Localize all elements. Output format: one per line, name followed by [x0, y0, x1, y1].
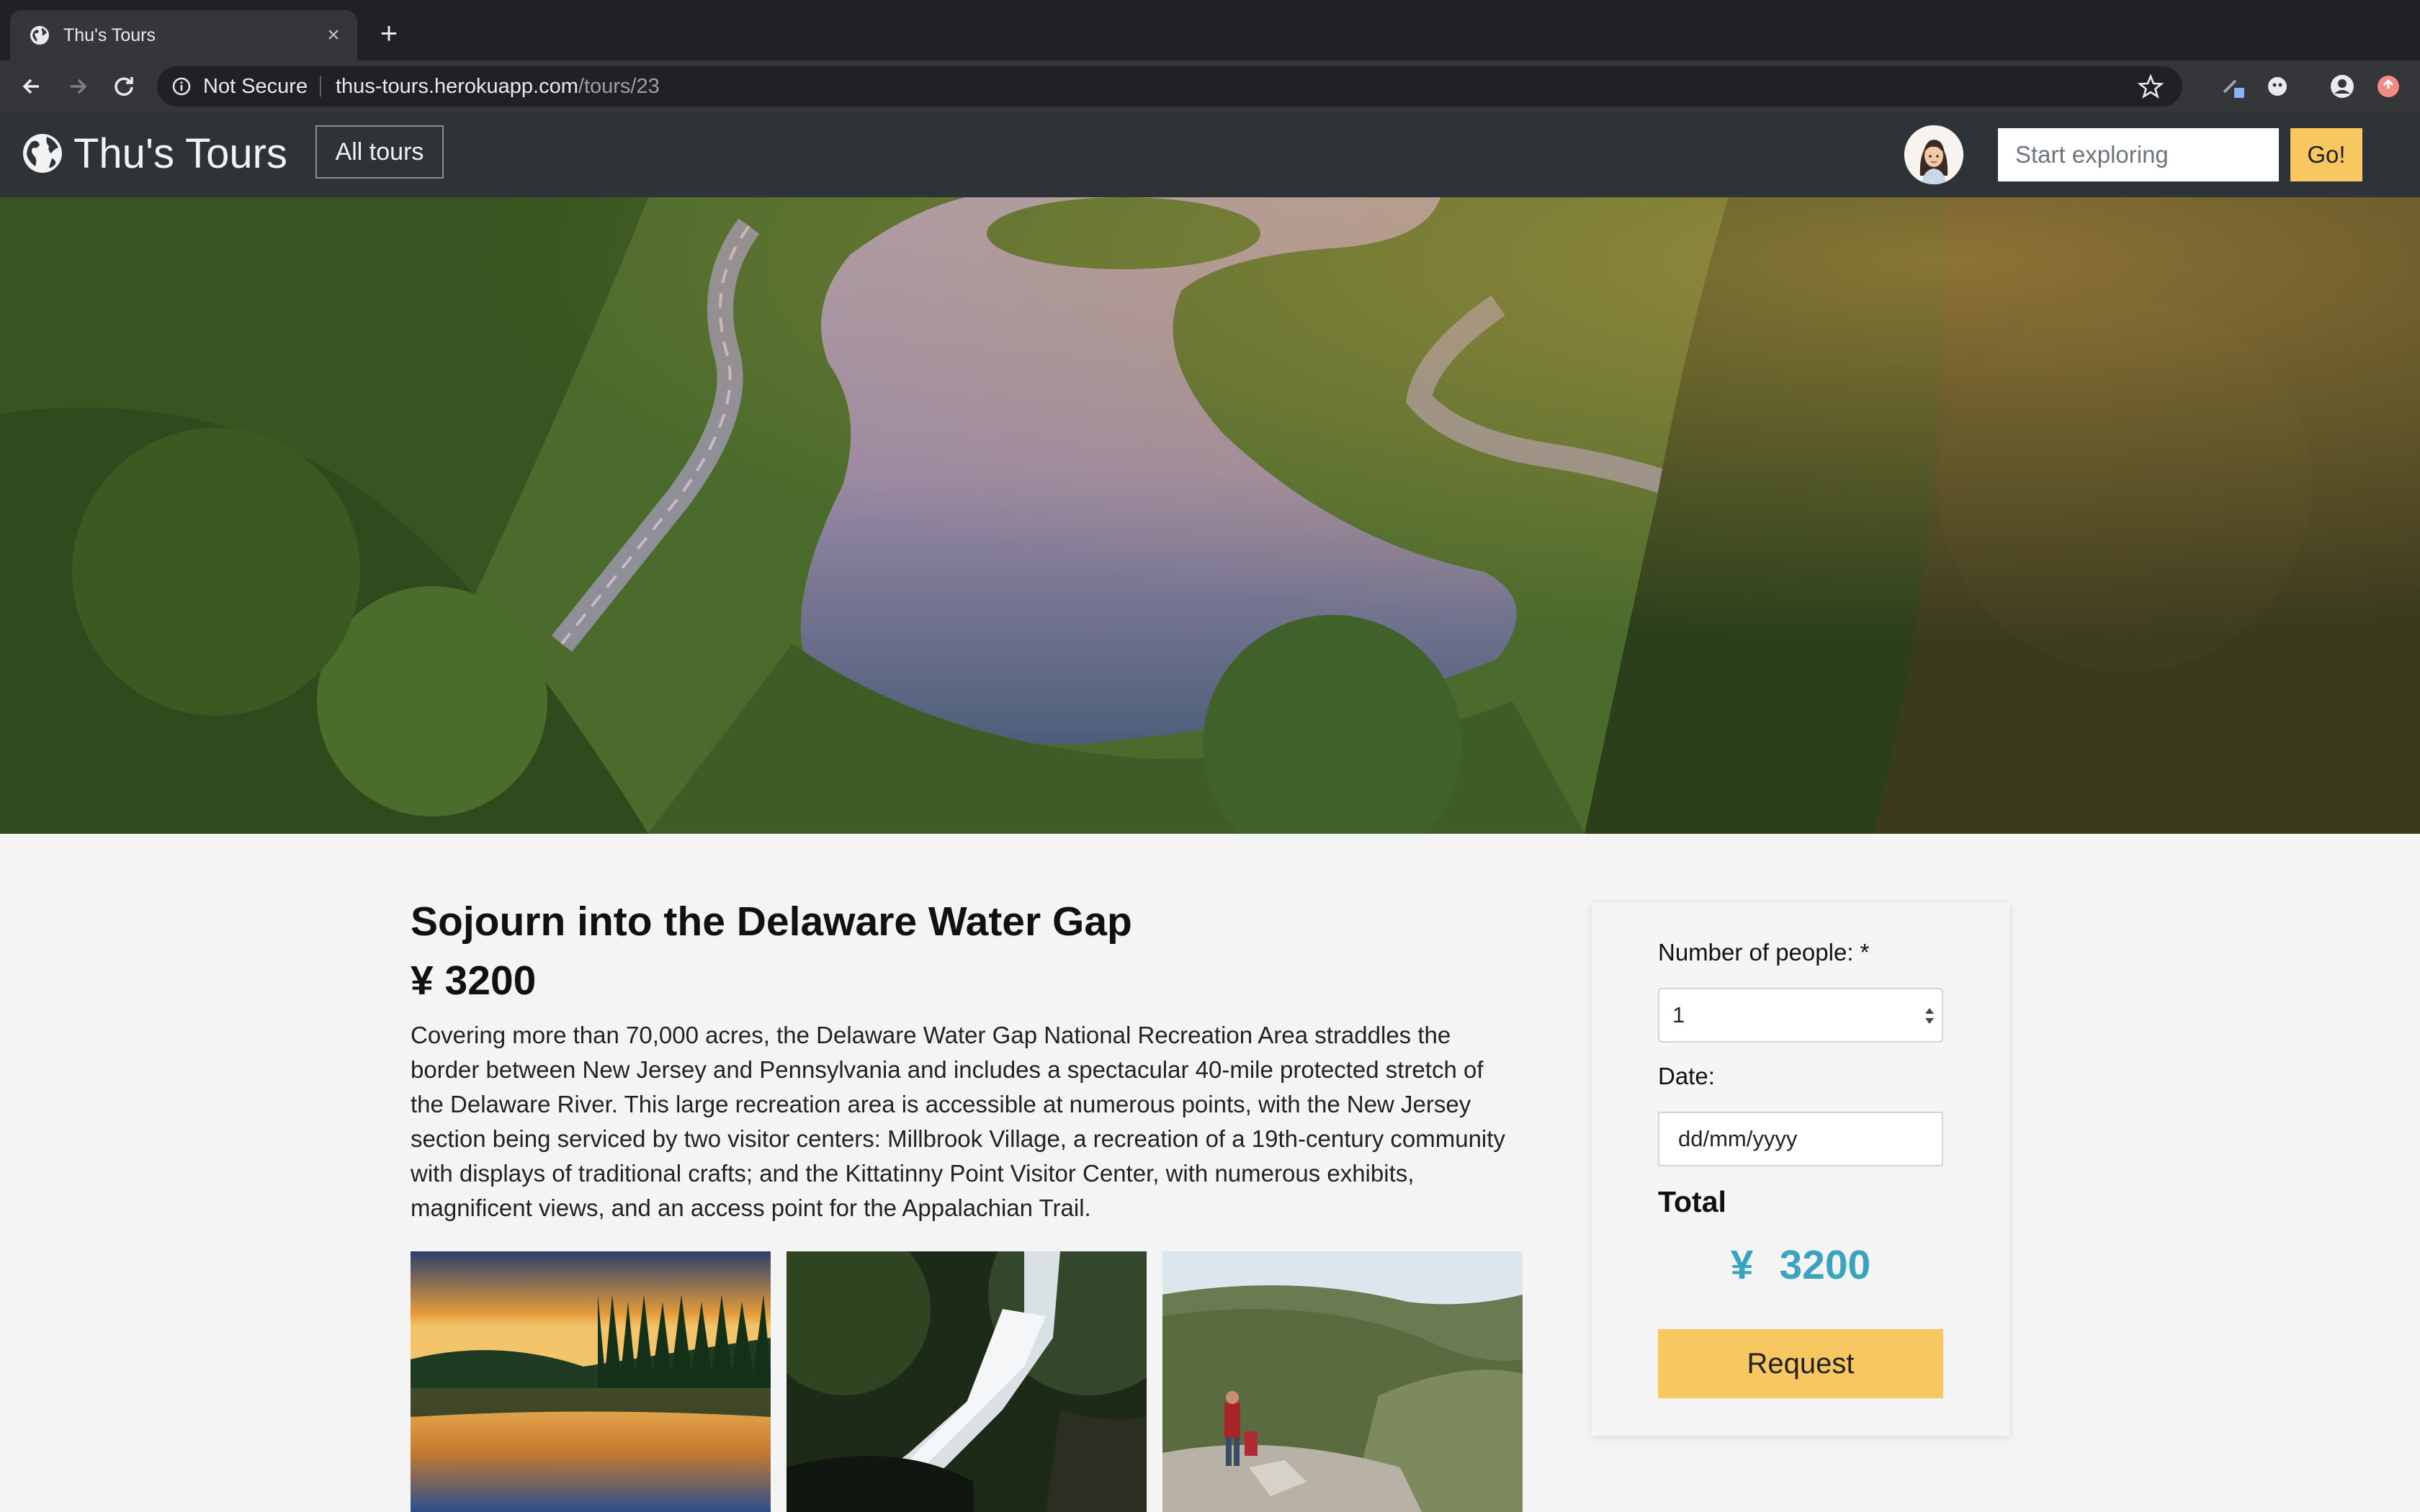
browser-toolbar: Not Secure thus-tours.herokuapp.com/tour…	[0, 60, 2420, 112]
hero-landscape	[0, 197, 2420, 834]
extension-face-icon[interactable]	[2263, 72, 2292, 101]
tour-description: Covering more than 70,000 acres, the Del…	[411, 1022, 1505, 1221]
site-navbar: Thu's Tours All tours Go!	[0, 112, 2420, 197]
omnibox-divider	[320, 76, 321, 96]
forward-arrow-icon[interactable]	[63, 72, 92, 101]
date-input[interactable]: dd/mm/yyyy	[1658, 1112, 1943, 1166]
tour-title: Sojourn into the Delaware Water Gap	[411, 899, 1132, 945]
browser-tab[interactable]: Thu's Tours ×	[10, 10, 357, 60]
people-count-value: 1	[1672, 1002, 1685, 1027]
url-path: /tours/23	[578, 75, 660, 98]
gallery-photo-sunset-lake[interactable]	[411, 1251, 771, 1512]
date-label: Date:	[1658, 1063, 1715, 1089]
request-button[interactable]: Request	[1658, 1329, 1943, 1398]
tab-close-icon[interactable]: ×	[321, 23, 346, 48]
search-input[interactable]	[1998, 128, 2279, 181]
extension-pen-icon[interactable]	[2220, 72, 2249, 101]
avatar-illustration	[1904, 125, 1963, 184]
security-label: Not Secure	[203, 75, 308, 98]
address-bar[interactable]: Not Secure thus-tours.herokuapp.com/tour…	[157, 66, 2182, 107]
total-label: Total	[1658, 1185, 1726, 1218]
waterfall-image	[786, 1251, 1147, 1512]
info-icon[interactable]	[171, 76, 192, 96]
back-arrow-icon[interactable]	[17, 72, 46, 101]
bookmark-star-icon[interactable]	[2138, 73, 2164, 99]
reload-icon[interactable]	[109, 72, 138, 101]
tour-content: Sojourn into the Delaware Water Gap ¥ 32…	[411, 893, 1527, 1225]
spinner-arrows-icon[interactable]	[1923, 1004, 1936, 1028]
new-tab-button[interactable]: +	[375, 18, 403, 48]
brand-link[interactable]: Thu's Tours	[22, 128, 287, 179]
all-tours-button[interactable]: All tours	[315, 125, 444, 179]
extension-red-icon[interactable]	[2374, 72, 2403, 101]
profile-icon[interactable]	[2328, 72, 2357, 101]
total-amount: 3200	[1779, 1242, 1871, 1288]
go-button[interactable]: Go!	[2290, 128, 2362, 181]
globe-favicon-icon	[30, 26, 49, 45]
people-label: Number of people: *	[1658, 939, 1870, 966]
sunset-lake-image	[411, 1251, 771, 1512]
tour-price: ¥ 3200	[411, 958, 537, 1004]
browser-tabbar: Thu's Tours × +	[0, 0, 2420, 60]
mountain-view-image	[1162, 1251, 1523, 1512]
total-value: ¥3200	[1658, 1241, 1943, 1289]
globe-icon	[23, 134, 62, 173]
brand-name: Thu's Tours	[73, 130, 287, 177]
gallery-photo-waterfall[interactable]	[786, 1251, 1147, 1512]
avatar[interactable]	[1904, 125, 1963, 184]
photo-gallery	[411, 1251, 1524, 1512]
date-placeholder: dd/mm/yyyy	[1678, 1126, 1798, 1151]
people-count-input[interactable]: 1	[1658, 988, 1943, 1043]
gallery-photo-mountain-view[interactable]	[1162, 1251, 1523, 1512]
tab-title: Thu's Tours	[63, 25, 156, 45]
url-host: thus-tours.herokuapp.com	[336, 75, 578, 98]
hero-image	[0, 197, 2420, 834]
url-text: thus-tours.herokuapp.com/tours/23	[336, 66, 660, 107]
total-currency: ¥	[1730, 1242, 1754, 1288]
booking-card: Number of people: * 1 Date: dd/mm/yyyy T…	[1592, 903, 2009, 1436]
